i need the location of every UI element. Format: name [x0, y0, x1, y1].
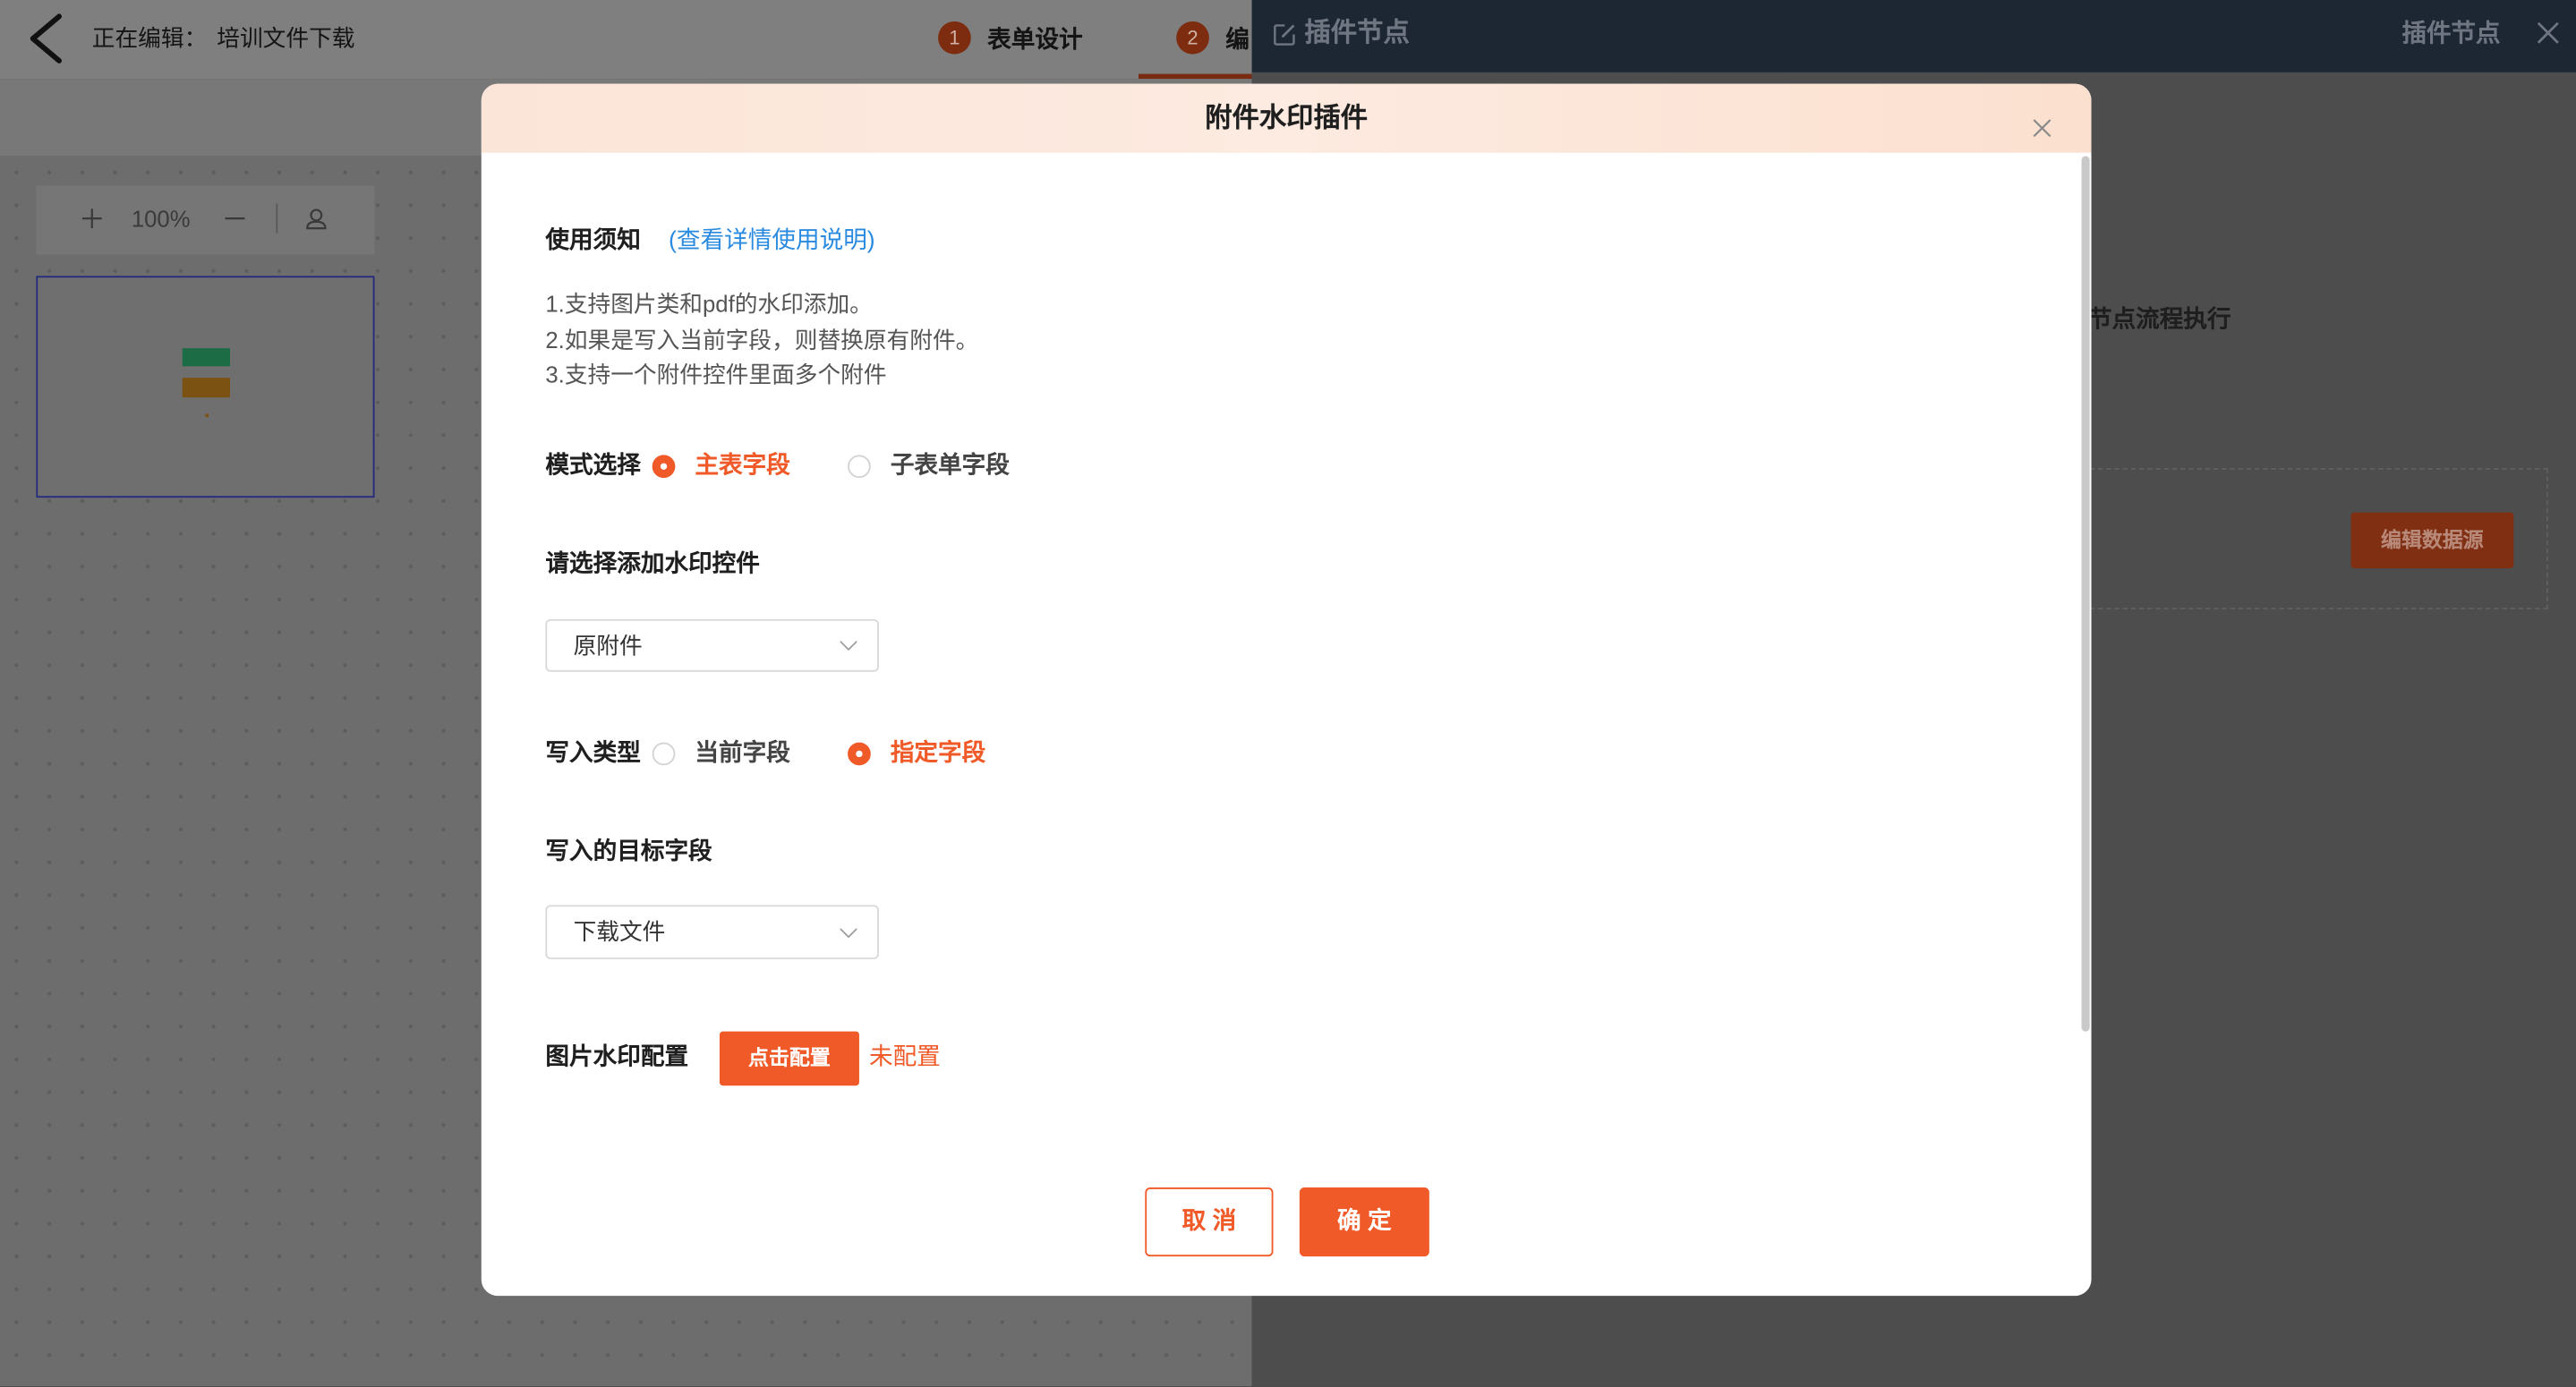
step-label: 表单设计 — [987, 27, 1083, 54]
close-icon[interactable] — [2537, 21, 2560, 45]
modal-header: 附件水印插件 — [481, 83, 2092, 153]
mode-row: 模式选择 主表字段 子表单字段 — [482, 450, 2059, 483]
confirm-button[interactable]: 确 定 — [1299, 1187, 1429, 1257]
select-value: 下载文件 — [573, 918, 666, 945]
radio-label: 主表字段 — [695, 453, 790, 480]
edit-icon — [1273, 23, 1296, 47]
drawer-title: 插件节点 — [1304, 20, 1410, 48]
mode-label: 模式选择 — [545, 453, 641, 480]
notice-item: 2.如果是写入当前字段，则替换原有附件。 — [545, 326, 979, 353]
watermark-plugin-modal: 附件水印插件 使用须知 (查看详情使用说明) 1.支持图片类和pdf的水印添加。… — [481, 83, 2092, 1297]
image-watermark-row: 图片水印配置 点击配置 未配置 — [482, 1031, 2059, 1086]
radio-button[interactable] — [848, 455, 871, 479]
radio-label: 指定字段 — [890, 740, 986, 768]
notice-row: 使用须知 (查看详情使用说明) — [482, 225, 2059, 258]
notice-list: 1.支持图片类和pdf的水印添加。 2.如果是写入当前字段，则替换原有附件。 3… — [545, 287, 978, 393]
minimap-connector — [205, 413, 209, 418]
step-form-design[interactable]: 1 表单设计 — [938, 21, 1083, 55]
config-status: 未配置 — [868, 1044, 941, 1071]
usage-instructions-link[interactable]: (查看详情使用说明) — [669, 225, 875, 258]
select-value: 原附件 — [573, 632, 643, 659]
editing-prefix: 正在编辑： — [91, 24, 208, 51]
zoom-level: 100% — [131, 205, 191, 232]
minus-icon[interactable] — [225, 208, 245, 228]
editing-title: 正在编辑： 培训文件下载 — [92, 21, 355, 55]
editor-header: 正在编辑： 培训文件下载 1 表单设计 2 编 — [0, 0, 1252, 80]
locate-user-icon[interactable] — [305, 207, 327, 230]
plus-icon[interactable] — [81, 208, 102, 229]
chevron-down-icon — [840, 927, 857, 938]
cancel-button[interactable]: 取 消 — [1145, 1187, 1274, 1257]
source-control-row: 请选择添加水印控件 — [482, 549, 2059, 582]
minimap-plugin-node — [182, 378, 230, 398]
edit-datasource-button[interactable]: 编辑数据源 — [2350, 512, 2514, 569]
radio-button[interactable] — [848, 742, 871, 766]
close-icon[interactable] — [2032, 118, 2051, 138]
document-name: 培训文件下载 — [217, 24, 355, 51]
modal-title: 附件水印插件 — [1205, 103, 1369, 133]
target-field-row: 写入的目标字段 — [482, 836, 2059, 869]
configure-button[interactable]: 点击配置 — [719, 1031, 859, 1086]
drawer-header: 插件节点 插件节点 — [1251, 0, 2576, 72]
minimap-start-node — [182, 348, 230, 367]
notice-label: 使用须知 — [545, 228, 641, 255]
back-arrow-icon[interactable] — [26, 12, 63, 64]
zoom-toolbar: 100% — [36, 185, 375, 255]
target-field-select[interactable]: 下载文件 — [545, 905, 879, 959]
radio-button[interactable] — [652, 455, 676, 479]
radio-label: 子表单字段 — [890, 453, 1010, 480]
step-number: 2 — [1176, 21, 1209, 55]
screen: 正在编辑： 培训文件下载 1 表单设计 2 编 100% 插件节点 插件节点 节… — [0, 0, 2576, 1387]
modal-scrollbar[interactable] — [2081, 156, 2090, 1032]
notice-item: 1.支持图片类和pdf的水印添加。 — [545, 290, 873, 318]
drawer-body-text: 节点流程执行 — [2087, 307, 2231, 334]
target-field-label: 写入的目标字段 — [545, 838, 712, 866]
write-type-label: 写入类型 — [545, 740, 641, 768]
step-edit[interactable]: 2 编 — [1176, 21, 1250, 55]
step-number: 1 — [938, 21, 971, 55]
radio-label: 当前字段 — [695, 740, 790, 768]
chevron-down-icon — [840, 641, 857, 651]
notice-item: 3.支持一个附件控件里面多个附件 — [545, 361, 887, 388]
source-control-label: 请选择添加水印控件 — [545, 551, 760, 579]
radio-button[interactable] — [652, 742, 676, 766]
image-watermark-label: 图片水印配置 — [545, 1044, 689, 1071]
step-label: 编 — [1225, 27, 1250, 54]
source-control-select[interactable]: 原附件 — [545, 618, 879, 672]
minimap[interactable] — [36, 276, 375, 498]
toolbar-divider — [276, 203, 278, 234]
write-type-row: 写入类型 当前字段 指定字段 — [482, 737, 2059, 770]
drawer-header-label: 插件节点 — [2401, 20, 2501, 48]
